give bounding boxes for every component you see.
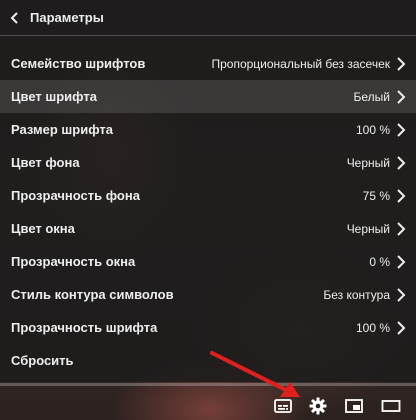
setting-label: Семейство шрифтов bbox=[11, 56, 146, 71]
setting-label: Цвет окна bbox=[11, 221, 75, 236]
reset-button[interactable]: Сбросить bbox=[0, 344, 416, 377]
chevron-right-icon bbox=[397, 254, 406, 269]
setting-font-color[interactable]: Цвет шрифта Белый bbox=[0, 80, 416, 113]
player-controls bbox=[0, 392, 416, 420]
gear-icon bbox=[309, 397, 327, 415]
subtitle-settings-panel: Параметры Семейство шрифтов Пропорционал… bbox=[0, 0, 416, 382]
setting-label: Прозрачность шрифта bbox=[11, 320, 158, 335]
setting-value: 75 % bbox=[362, 188, 390, 203]
setting-value: Белый bbox=[353, 89, 390, 104]
panel-title: Параметры bbox=[30, 10, 104, 25]
setting-value: Черный bbox=[346, 221, 390, 236]
setting-label: Стиль контура символов bbox=[11, 287, 174, 302]
subtitles-icon bbox=[274, 399, 292, 413]
setting-window-color[interactable]: Цвет окна Черный bbox=[0, 212, 416, 245]
settings-list: Семейство шрифтов Пропорциональный без з… bbox=[0, 47, 416, 377]
subtitles-button[interactable] bbox=[267, 392, 299, 420]
chevron-right-icon bbox=[397, 221, 406, 236]
chevron-right-icon bbox=[397, 122, 406, 137]
setting-label: Цвет фона bbox=[11, 155, 80, 170]
chevron-left-icon bbox=[10, 11, 18, 24]
chevron-right-icon bbox=[397, 287, 406, 302]
theater-mode-icon bbox=[381, 400, 401, 412]
chevron-right-icon bbox=[397, 56, 406, 71]
setting-font-opacity[interactable]: Прозрачность шрифта 100 % bbox=[0, 311, 416, 344]
setting-font-family[interactable]: Семейство шрифтов Пропорциональный без з… bbox=[0, 47, 416, 80]
setting-label: Прозрачность окна bbox=[11, 254, 136, 269]
panel-header: Параметры bbox=[0, 0, 416, 36]
setting-value: 0 % bbox=[369, 254, 390, 269]
chevron-right-icon bbox=[397, 320, 406, 335]
chevron-right-icon bbox=[397, 188, 406, 203]
setting-character-edge-style[interactable]: Стиль контура символов Без контура bbox=[0, 278, 416, 311]
setting-label: Прозрачность фона bbox=[11, 188, 140, 203]
setting-value: Черный bbox=[346, 155, 390, 170]
setting-font-size[interactable]: Размер шрифта 100 % bbox=[0, 113, 416, 146]
settings-button[interactable] bbox=[302, 392, 334, 420]
setting-label: Размер шрифта bbox=[11, 122, 113, 137]
chevron-right-icon bbox=[397, 89, 406, 104]
miniplayer-icon bbox=[345, 399, 363, 413]
back-button[interactable] bbox=[0, 0, 22, 36]
setting-value: Пропорциональный без засечек bbox=[211, 56, 390, 71]
progress-bar[interactable] bbox=[0, 383, 416, 386]
setting-value: Без контура bbox=[323, 287, 390, 302]
setting-label: Цвет шрифта bbox=[11, 89, 97, 104]
chevron-right-icon bbox=[397, 155, 406, 170]
setting-window-opacity[interactable]: Прозрачность окна 0 % bbox=[0, 245, 416, 278]
setting-value: 100 % bbox=[355, 122, 390, 137]
setting-label: Сбросить bbox=[11, 353, 74, 368]
setting-background-color[interactable]: Цвет фона Черный bbox=[0, 146, 416, 179]
miniplayer-button[interactable] bbox=[338, 392, 370, 420]
setting-background-opacity[interactable]: Прозрачность фона 75 % bbox=[0, 179, 416, 212]
theater-mode-button[interactable] bbox=[375, 392, 407, 420]
setting-value: 100 % bbox=[355, 320, 390, 335]
